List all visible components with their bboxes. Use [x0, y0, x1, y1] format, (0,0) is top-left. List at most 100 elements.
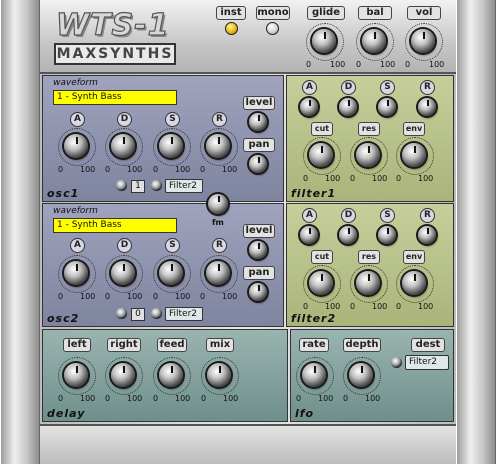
osc1-level-knob[interactable] [249, 113, 267, 131]
osc2-filter-number[interactable]: 0 [131, 308, 145, 321]
mono-toggle[interactable] [266, 22, 279, 35]
delay-left-label: left [63, 338, 91, 352]
filter1-env-knob[interactable] [402, 143, 426, 167]
vol-min: 0 [405, 60, 411, 69]
filter1-cut-min: 0 [303, 174, 309, 183]
filter1-release-knob[interactable] [418, 98, 436, 116]
osc2-level-knob[interactable] [249, 241, 267, 259]
osc1-sync-toggle[interactable] [116, 180, 127, 191]
mono-label: mono [256, 6, 290, 20]
osc2-decay-label: D [117, 238, 132, 253]
filter2-release-knob[interactable] [418, 226, 436, 244]
glide-min: 0 [306, 60, 312, 69]
filter1-res-max: 100 [372, 174, 388, 183]
delay-feed-knob[interactable] [159, 363, 183, 387]
filter1-attack-knob[interactable] [300, 98, 318, 116]
delay-mix-knob[interactable] [207, 363, 231, 387]
osc1-filter-toggle[interactable] [151, 180, 162, 191]
filter1-res-knob[interactable] [356, 143, 380, 167]
lfo-depth-knob[interactable] [349, 363, 373, 387]
filter2-release-label: R [420, 208, 435, 223]
osc1-decay-max: 100 [127, 165, 143, 174]
filter2-decay-knob[interactable] [339, 226, 357, 244]
osc1-sustain-knob[interactable] [159, 134, 183, 158]
filter2-attack-knob[interactable] [300, 226, 318, 244]
filter1-env-min: 0 [396, 174, 402, 183]
lfo-panel: rate depth dest 0 100 0 100 Filter2 lfo [290, 329, 454, 422]
glide-knob[interactable] [312, 29, 336, 53]
filter2-panel: A D S R cut res env 0 100 0 100 0 100 fi… [286, 203, 454, 327]
fm-knob[interactable] [208, 194, 228, 214]
filter1-decay-knob[interactable] [339, 98, 357, 116]
filter1-sustain-knob[interactable] [378, 98, 396, 116]
lfo-rate-min: 0 [296, 394, 302, 403]
delay-right-min: 0 [105, 394, 111, 403]
osc2-filter-toggle[interactable] [151, 308, 162, 319]
bal-min: 0 [356, 60, 362, 69]
osc1-decay-knob[interactable] [111, 134, 135, 158]
osc2-waveform-select[interactable]: 1 - Synth Bass [53, 218, 177, 233]
delay-feed-max: 100 [175, 394, 191, 403]
osc1-release-min: 0 [200, 165, 206, 174]
bal-knob[interactable] [362, 29, 386, 53]
osc2-release-knob[interactable] [206, 261, 230, 285]
delay-right-knob[interactable] [111, 363, 135, 387]
filter2-env-min: 0 [396, 302, 402, 311]
inst-label: inst [216, 6, 246, 20]
delay-mix-min: 0 [201, 394, 207, 403]
filter2-cut-knob[interactable] [309, 271, 333, 295]
osc2-decay-knob[interactable] [111, 261, 135, 285]
filter2-title: filter2 [291, 312, 337, 325]
vol-max: 100 [429, 60, 445, 69]
osc1-panel: waveform 1 - Synth Bass A D S R 0 100 0 … [42, 75, 284, 202]
osc1-release-label: R [212, 112, 227, 127]
osc2-pan-knob[interactable] [249, 283, 267, 301]
synth-logo: WTS-1 [55, 7, 170, 43]
filter2-env-label: env [403, 250, 425, 264]
lfo-dest-toggle[interactable] [391, 357, 402, 368]
osc1-release-knob[interactable] [206, 134, 230, 158]
osc2-sync-toggle[interactable] [116, 308, 127, 319]
inst-toggle[interactable] [225, 22, 238, 35]
osc1-pan-knob[interactable] [249, 155, 267, 173]
lfo-rate-knob[interactable] [302, 363, 326, 387]
filter2-decay-label: D [341, 208, 356, 223]
delay-panel: left right feed mix 0 100 0 100 0 100 0 … [42, 329, 288, 422]
filter1-decay-label: D [341, 80, 356, 95]
osc2-attack-knob[interactable] [64, 261, 88, 285]
lfo-dest-label: dest [411, 338, 445, 352]
delay-mix-label: mix [206, 338, 234, 352]
osc2-filter-target[interactable]: Filter2 [165, 307, 203, 321]
brand-label: MAXSYNTHS [54, 43, 176, 65]
osc1-filter-target[interactable]: Filter2 [165, 179, 203, 193]
lfo-depth-min: 0 [343, 394, 349, 403]
osc1-filter-number[interactable]: 1 [131, 180, 145, 193]
osc2-sustain-knob[interactable] [159, 261, 183, 285]
osc1-decay-label: D [117, 112, 132, 127]
osc1-sustain-min: 0 [153, 165, 159, 174]
osc2-attack-max: 100 [80, 292, 96, 301]
synth-window: WTS-1 MAXSYNTHS inst mono glide 0 100 ba… [0, 0, 496, 464]
filter2-res-min: 0 [350, 302, 356, 311]
delay-feed-label: feed [157, 338, 187, 352]
filter1-cut-knob[interactable] [309, 143, 333, 167]
filter2-res-knob[interactable] [356, 271, 380, 295]
filter2-cut-min: 0 [303, 302, 309, 311]
osc1-attack-knob[interactable] [64, 134, 88, 158]
filter2-sustain-knob[interactable] [378, 226, 396, 244]
filter2-cut-max: 100 [325, 302, 341, 311]
osc1-title: osc1 [47, 187, 80, 200]
osc2-sustain-max: 100 [175, 292, 191, 301]
delay-right-label: right [107, 338, 141, 352]
osc2-title: osc2 [47, 312, 80, 325]
filter2-env-knob[interactable] [402, 271, 426, 295]
delay-left-knob[interactable] [64, 363, 88, 387]
osc1-pan-label: pan [243, 138, 275, 152]
osc2-attack-min: 0 [58, 292, 64, 301]
filter2-res-label: res [358, 250, 380, 264]
osc2-waveform-label: waveform [53, 206, 98, 216]
vol-knob[interactable] [411, 29, 435, 53]
lfo-dest-select[interactable]: Filter2 [405, 355, 449, 370]
osc1-waveform-select[interactable]: 1 - Synth Bass [53, 90, 177, 105]
osc2-attack-label: A [70, 238, 85, 253]
